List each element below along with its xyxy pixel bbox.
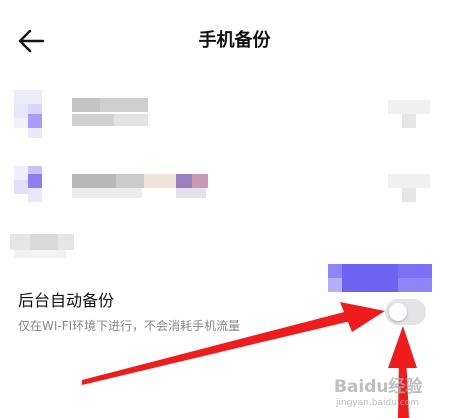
- watermark-logo: Baidu经验: [334, 377, 423, 397]
- auto-backup-title: 后台自动备份: [18, 291, 115, 310]
- toggle-knob: [389, 303, 407, 321]
- watermark-url: jingyan.baidu.com: [336, 398, 420, 408]
- phone-backup-screen: 手机备份 后台自动备份 仅在WI-FI环境下进行，不会消耗手机流量 Baidu经…: [0, 0, 469, 418]
- blurred-section-header: [0, 230, 469, 294]
- baidu-jingyan-watermark: Baidu经验 jingyan.baidu.com: [334, 372, 464, 416]
- blurred-backup-item-1[interactable]: [0, 90, 469, 140]
- auto-backup-description: 仅在WI-FI环境下进行，不会消耗手机流量: [18, 319, 241, 333]
- auto-backup-toggle[interactable]: [385, 299, 426, 325]
- blurred-backup-item-2[interactable]: [0, 160, 469, 214]
- page-title: 手机备份: [198, 30, 271, 51]
